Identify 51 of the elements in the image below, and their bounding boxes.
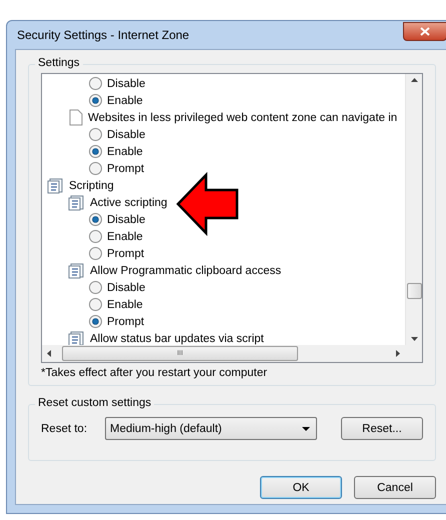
callout-arrow <box>176 172 240 236</box>
document-icon <box>69 109 83 126</box>
option-label[interactable]: Prompt <box>107 316 144 328</box>
option-label[interactable]: Disable <box>107 78 146 90</box>
option-label[interactable]: Prompt <box>107 248 144 260</box>
restart-note: *Takes effect after you restart your computer <box>41 367 268 379</box>
reset-to-label: Reset to: <box>41 422 88 434</box>
script-icon <box>68 262 85 278</box>
radio-button[interactable] <box>89 213 102 226</box>
option-label[interactable]: Enable <box>107 94 143 106</box>
close-button[interactable] <box>403 22 446 40</box>
level-dropdown[interactable]: Medium-high (default) <box>105 417 317 440</box>
ok-button[interactable]: OK <box>260 476 342 499</box>
setting-label: Active scripting <box>90 196 168 208</box>
down-arrow-icon <box>410 337 418 341</box>
option-label[interactable]: Disable <box>107 214 146 226</box>
window-title: Security Settings - Internet Zone <box>16 28 190 42</box>
radio-button[interactable] <box>89 145 102 158</box>
option-label[interactable]: Prompt <box>107 162 144 174</box>
radio-button[interactable] <box>89 77 102 90</box>
option-label[interactable]: Disable <box>107 282 146 294</box>
script-icon <box>68 330 85 345</box>
group-label: Settings <box>35 57 83 69</box>
radio-button[interactable] <box>89 315 102 328</box>
radio-button[interactable] <box>89 247 102 260</box>
vertical-scrollbar[interactable] <box>405 74 422 345</box>
radio-button[interactable] <box>89 298 102 311</box>
setting-label: Allow status bar updates via script <box>90 332 264 344</box>
cancel-button[interactable]: Cancel <box>354 476 436 499</box>
scroll-thumb[interactable] <box>407 283 422 299</box>
right-arrow-icon <box>396 350 400 357</box>
radio-button[interactable] <box>89 94 102 107</box>
setting-label: Websites in less privileged web content zone can navigate in <box>88 112 398 124</box>
option-label[interactable]: Disable <box>107 128 146 140</box>
radio-button[interactable] <box>89 281 102 294</box>
radio-button[interactable] <box>89 128 102 141</box>
category-label: Scripting <box>69 180 114 192</box>
group-label: Reset custom settings <box>35 397 154 409</box>
close-icon <box>420 26 430 36</box>
reset-button[interactable]: Reset... <box>341 417 423 440</box>
up-arrow-icon <box>410 78 418 82</box>
option-label[interactable]: Enable <box>107 298 143 310</box>
option-label[interactable]: Enable <box>107 146 143 158</box>
radio-button[interactable] <box>89 230 102 243</box>
left-arrow-icon <box>47 350 51 357</box>
script-icon <box>68 194 85 210</box>
radio-button[interactable] <box>89 162 102 175</box>
option-label[interactable]: Enable <box>107 230 143 242</box>
script-icon <box>47 178 64 194</box>
caret-icon <box>302 426 310 430</box>
setting-label: Allow Programmatic clipboard access <box>90 264 282 276</box>
